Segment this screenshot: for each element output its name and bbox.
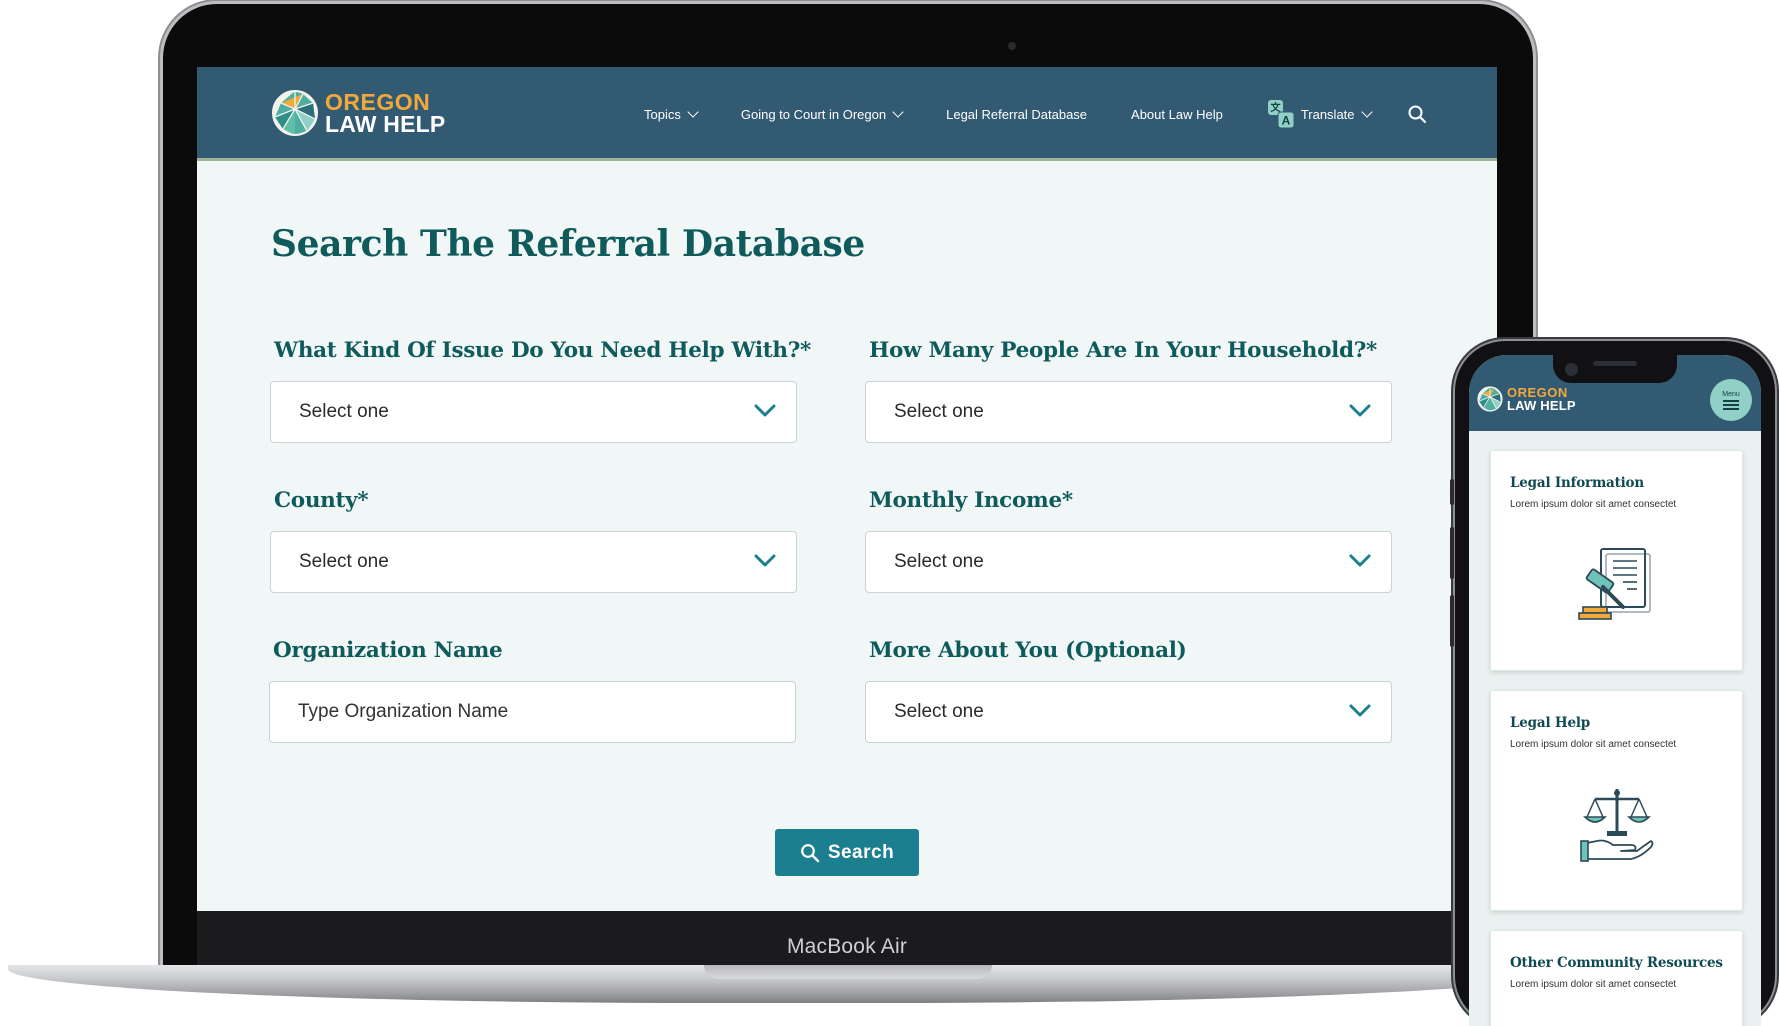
issue-label: What Kind Of Issue Do You Need Help With… bbox=[274, 338, 812, 363]
card-description: Lorem ipsum dolor sit amet consectet bbox=[1510, 739, 1677, 750]
laptop-screen: OREGON LAW HELP Topics Going to Court in… bbox=[197, 67, 1497, 911]
nav-item-about-law-help[interactable]: About Law Help bbox=[1131, 107, 1223, 122]
phone-camera bbox=[1565, 363, 1578, 376]
search-button-label: Search bbox=[827, 841, 895, 863]
card-description: Lorem ipsum dolor sit amet consectet bbox=[1510, 979, 1677, 990]
income-select[interactable]: Select one bbox=[865, 531, 1392, 593]
nav-item-legal-referral-database[interactable]: Legal Referral Database bbox=[946, 107, 1087, 122]
chevron-down-icon bbox=[1349, 704, 1371, 717]
household-select[interactable]: Select one bbox=[865, 381, 1392, 443]
issue-select[interactable]: Select one bbox=[270, 381, 797, 443]
logo-line1: OREGON bbox=[325, 89, 431, 115]
chevron-down-icon bbox=[1349, 404, 1371, 417]
nav-item-label: About Law Help bbox=[1131, 106, 1223, 122]
chevron-down-icon bbox=[754, 404, 776, 417]
search-button[interactable]: Search bbox=[775, 829, 919, 876]
scales-hand-icon bbox=[1580, 789, 1654, 862]
about-label: More About You (Optional) bbox=[869, 638, 1187, 663]
logo-line2: LAW HELP bbox=[325, 111, 446, 137]
nav-item-going-to-court[interactable]: Going to Court in Oregon bbox=[740, 106, 904, 122]
search-icon bbox=[800, 843, 820, 862]
card-other-community-resources[interactable]: Other Community Resources Lorem ipsum do… bbox=[1490, 930, 1743, 1026]
site-header: OREGON LAW HELP Topics Going to Court in… bbox=[197, 67, 1497, 161]
income-select-value: Select one bbox=[894, 551, 984, 572]
logo-line2: LAW HELP bbox=[1507, 398, 1576, 413]
phone-volume-up bbox=[1450, 527, 1454, 579]
site-logo[interactable]: OREGON LAW HELP bbox=[271, 89, 445, 137]
menu-button[interactable]: Menu bbox=[1710, 379, 1752, 421]
main-nav: Topics Going to Court in Oregon Legal Re… bbox=[644, 67, 1415, 161]
phone-screen: OREGON LAW HELP Menu Legal Information L… bbox=[1469, 355, 1761, 1026]
income-label: Monthly Income* bbox=[869, 488, 1073, 513]
nav-item-topics[interactable]: Topics bbox=[644, 106, 699, 122]
laptop-model-label: MacBook Air bbox=[786, 935, 908, 958]
menu-label: Menu bbox=[1722, 390, 1740, 398]
chevron-down-icon bbox=[892, 106, 904, 118]
card-title: Legal Information bbox=[1510, 475, 1644, 491]
chevron-down-icon bbox=[754, 554, 776, 567]
laptop-hinge-notch bbox=[704, 965, 992, 979]
card-title: Legal Help bbox=[1510, 715, 1591, 731]
chevron-down-icon bbox=[1349, 554, 1371, 567]
chevron-down-icon bbox=[687, 106, 699, 118]
household-label: How Many People Are In Your Household?* bbox=[869, 338, 1377, 363]
nav-item-label: Topics bbox=[644, 106, 681, 122]
phone-volume-down bbox=[1450, 595, 1454, 647]
issue-select-value: Select one bbox=[299, 401, 389, 422]
nav-item-translate[interactable]: 文 A Translate bbox=[1267, 99, 1373, 129]
nav-item-label: Legal Referral Database bbox=[946, 106, 1088, 122]
county-label: County* bbox=[274, 488, 369, 513]
phone-speaker bbox=[1593, 361, 1637, 366]
hamburger-icon bbox=[1723, 399, 1739, 410]
translate-icon: 文 A bbox=[1267, 100, 1295, 129]
household-select-value: Select one bbox=[894, 401, 984, 422]
organization-name-input[interactable] bbox=[269, 681, 796, 743]
card-legal-help[interactable]: Legal Help Lorem ipsum dolor sit amet co… bbox=[1490, 690, 1743, 911]
laptop-chin: MacBook Air bbox=[197, 911, 1497, 965]
organization-label: Organization Name bbox=[273, 638, 503, 663]
laptop-camera bbox=[1008, 42, 1016, 50]
gavel-document-icon bbox=[1578, 548, 1651, 620]
about-select-value: Select one bbox=[894, 701, 984, 722]
nav-item-label: Translate bbox=[1300, 106, 1355, 122]
phone-site-logo[interactable]: OREGON LAW HELP bbox=[1477, 386, 1576, 412]
phone-frame: OREGON LAW HELP Menu Legal Information L… bbox=[1450, 341, 1775, 1026]
about-select[interactable]: Select one bbox=[865, 681, 1392, 743]
phone-mute-switch bbox=[1450, 479, 1454, 505]
card-title: Other Community Resources bbox=[1510, 955, 1723, 971]
logo-globe-icon bbox=[272, 90, 318, 136]
nav-item-label: Going to Court in Oregon bbox=[740, 106, 887, 122]
county-select-value: Select one bbox=[299, 551, 389, 572]
card-legal-information[interactable]: Legal Information Lorem ipsum dolor sit … bbox=[1490, 450, 1743, 671]
county-select[interactable]: Select one bbox=[270, 531, 797, 593]
chevron-down-icon bbox=[1360, 106, 1373, 118]
page-title: Search The Referral Database bbox=[271, 223, 865, 265]
search-icon[interactable] bbox=[1407, 104, 1427, 124]
logo-globe-icon bbox=[1477, 386, 1503, 412]
card-description: Lorem ipsum dolor sit amet consectet bbox=[1510, 499, 1677, 510]
svg-text:A: A bbox=[1281, 114, 1290, 128]
